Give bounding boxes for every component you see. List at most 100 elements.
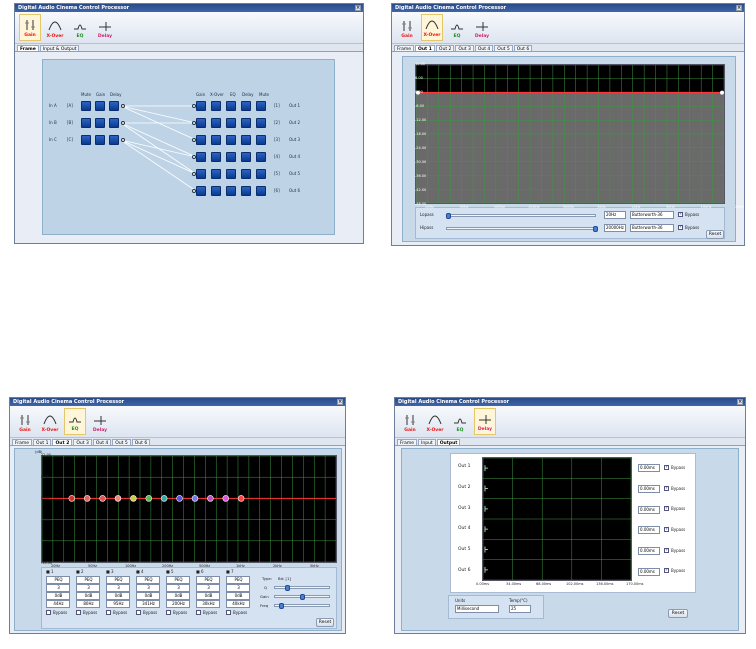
out4-delay-block[interactable] bbox=[241, 152, 251, 162]
band-number-3[interactable]: ■ 3 bbox=[106, 569, 114, 574]
hipass-slider[interactable] bbox=[446, 226, 598, 232]
delay-marker[interactable] bbox=[484, 485, 488, 492]
band-7-bypass-checkbox[interactable] bbox=[226, 610, 231, 615]
tab-out-4[interactable]: Out 4 bbox=[474, 45, 494, 52]
band-number-5[interactable]: ■ 5 bbox=[166, 569, 174, 574]
delay-button[interactable]: Delay bbox=[471, 14, 493, 41]
delay-button[interactable]: Delay bbox=[474, 408, 496, 435]
band-6-gain-field[interactable]: 0dB bbox=[196, 592, 220, 600]
delay-value-field-2[interactable]: 0.00ms bbox=[638, 485, 660, 493]
tab-out-3[interactable]: Out 3 bbox=[455, 45, 474, 52]
out4-eq-block[interactable] bbox=[226, 152, 236, 162]
eq-band-marker[interactable] bbox=[99, 495, 106, 502]
gain-knob[interactable] bbox=[300, 594, 305, 600]
hipass-bypass-checkbox[interactable] bbox=[678, 224, 683, 230]
band-4-bypass-checkbox[interactable] bbox=[136, 610, 141, 615]
out2-gain-block[interactable] bbox=[196, 118, 206, 128]
close-button[interactable]: × bbox=[737, 399, 743, 405]
out1-xover-block[interactable] bbox=[211, 101, 221, 111]
in-a-mute-block[interactable] bbox=[81, 101, 91, 111]
band-6-bypass-checkbox[interactable] bbox=[196, 610, 201, 615]
lowpass-freq-field[interactable]: 20Hz bbox=[604, 211, 626, 219]
band-5-q-field[interactable]: 3 bbox=[166, 584, 190, 592]
band-5-freq-field[interactable]: 200Hz bbox=[166, 600, 190, 608]
delay-bypass-checkbox-2[interactable] bbox=[664, 485, 669, 491]
close-button[interactable]: × bbox=[736, 5, 742, 11]
eq-band-marker[interactable] bbox=[222, 495, 230, 502]
band-7-freq-field[interactable]: 40kHz bbox=[226, 600, 250, 608]
xover-button[interactable]: X-Over bbox=[39, 408, 61, 435]
band-6-q-field[interactable]: 3 bbox=[196, 584, 220, 592]
tab-output[interactable]: Output bbox=[436, 439, 461, 446]
eq-band-marker[interactable] bbox=[207, 495, 214, 502]
delay-bypass-checkbox-5[interactable] bbox=[664, 547, 669, 553]
band-6-freq-field[interactable]: 30kHz bbox=[196, 600, 220, 608]
band-2-freq-field[interactable]: 80Hz bbox=[76, 600, 100, 608]
in-b-gain-block[interactable] bbox=[95, 118, 105, 128]
out3-xover-block[interactable] bbox=[211, 135, 221, 145]
band-2-q-field[interactable]: 3 bbox=[76, 584, 100, 592]
gain-button[interactable]: Gain bbox=[396, 14, 418, 41]
band-2-gain-field[interactable]: 0dB bbox=[76, 592, 100, 600]
reset-button[interactable]: Reset bbox=[668, 609, 688, 618]
gain-button[interactable]: Gain bbox=[19, 14, 41, 41]
units-select[interactable]: Millisecond bbox=[455, 605, 499, 613]
delay-bypass-checkbox-3[interactable] bbox=[664, 505, 669, 512]
tab-out-1[interactable]: Out 1 bbox=[415, 45, 435, 52]
out3-mute-block[interactable] bbox=[256, 135, 266, 145]
band-3-q-field[interactable]: 3 bbox=[106, 584, 130, 592]
out5-mute-block[interactable] bbox=[256, 169, 266, 179]
gain-button[interactable]: Gain bbox=[14, 408, 36, 435]
band-7-type-field[interactable]: PEQ bbox=[226, 576, 250, 584]
eq-button[interactable]: EQ bbox=[69, 14, 91, 41]
tab-out-3[interactable]: Out 3 bbox=[73, 439, 92, 446]
out6-gain-block[interactable] bbox=[196, 186, 206, 196]
band-5-gain-field[interactable]: 0dB bbox=[166, 592, 190, 600]
in-c-mute-block[interactable] bbox=[81, 135, 91, 145]
temp-field[interactable]: 25 bbox=[509, 605, 531, 613]
delay-bypass-checkbox-1[interactable] bbox=[664, 464, 669, 470]
lowpass-slider[interactable] bbox=[446, 213, 596, 219]
in-c-gain-block[interactable] bbox=[95, 135, 105, 145]
delay-value-field-1[interactable]: 0.00ms bbox=[638, 464, 660, 473]
band-3-gain-field[interactable]: 0dB bbox=[106, 592, 130, 600]
eq-band-marker[interactable] bbox=[114, 495, 122, 502]
band-7-q-field[interactable]: 3 bbox=[226, 584, 250, 592]
delay-marker[interactable] bbox=[484, 465, 488, 472]
xover-button[interactable]: X-Over bbox=[44, 14, 66, 41]
tab-out-6[interactable]: Out 6 bbox=[513, 45, 533, 52]
band-2-type-field[interactable]: PEQ bbox=[76, 576, 100, 584]
in-a-delay-block[interactable] bbox=[109, 101, 119, 111]
band-1-q-field[interactable]: 3 bbox=[46, 584, 70, 592]
eq-band-marker[interactable] bbox=[83, 495, 91, 502]
delay-button[interactable]: Delay bbox=[89, 408, 111, 435]
xover-button[interactable]: X-Over bbox=[421, 14, 443, 41]
out5-xover-block[interactable] bbox=[211, 169, 221, 179]
out6-xover-block[interactable] bbox=[211, 186, 221, 196]
delay-bypass-checkbox-4[interactable] bbox=[664, 526, 669, 532]
in-a-gain-block[interactable] bbox=[95, 101, 105, 111]
band-number-2[interactable]: ■ 2 bbox=[76, 569, 84, 574]
band-2-bypass-checkbox[interactable] bbox=[76, 610, 81, 615]
eq-button[interactable]: EQ bbox=[446, 14, 468, 41]
delay-marker[interactable] bbox=[484, 546, 488, 553]
close-button[interactable]: × bbox=[337, 399, 343, 405]
out6-delay-block[interactable] bbox=[241, 186, 251, 196]
tab-out-6[interactable]: Out 6 bbox=[131, 439, 151, 446]
tab-out-2[interactable]: Out 2 bbox=[435, 45, 455, 52]
out5-eq-block[interactable] bbox=[226, 169, 236, 179]
eq-button[interactable]: EQ bbox=[449, 408, 471, 435]
tab-frame[interactable]: Frame bbox=[12, 439, 33, 446]
delay-button[interactable]: Delay bbox=[94, 14, 116, 41]
band-3-type-field[interactable]: PEQ bbox=[106, 576, 130, 584]
delay-bypass-checkbox-6[interactable] bbox=[664, 567, 669, 574]
out3-eq-block[interactable] bbox=[226, 135, 236, 145]
delay-value-field-3[interactable]: 0.00ms bbox=[638, 505, 660, 514]
eq-band-marker[interactable] bbox=[191, 495, 199, 502]
delay-marker[interactable] bbox=[484, 505, 488, 512]
out1-mute-block[interactable] bbox=[256, 101, 266, 111]
in-b-delay-block[interactable] bbox=[109, 118, 119, 128]
lowpass-bypass-checkbox[interactable] bbox=[678, 211, 683, 217]
gain-slider[interactable] bbox=[274, 594, 330, 600]
out4-gain-block[interactable] bbox=[196, 152, 206, 162]
